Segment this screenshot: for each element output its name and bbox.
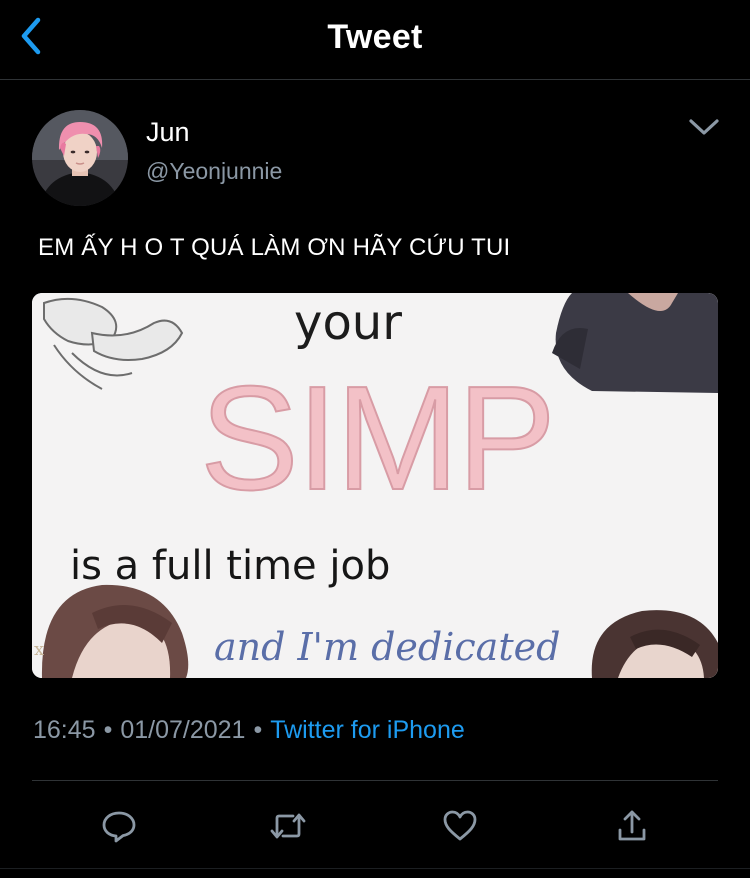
- avatar[interactable]: [32, 110, 128, 206]
- tweet-meta: 16:45 • 01/07/2021 • Twitter for iPhone: [33, 716, 465, 745]
- meta-separator-2: •: [253, 716, 263, 744]
- meta-separator: •: [103, 716, 113, 744]
- svg-text:x: x: [34, 639, 44, 660]
- reply-icon: [102, 811, 136, 843]
- meme-text-dedicated: and I'm dedicated: [214, 625, 560, 669]
- meme-text-simp: SIMP: [200, 356, 554, 521]
- author-handle[interactable]: @Yeonjunnie: [146, 158, 282, 185]
- more-options-button[interactable]: [684, 112, 724, 142]
- like-button[interactable]: [440, 806, 480, 846]
- tweet-text: EM ẤY H O T QUÁ LÀM ƠN HÃY CỨU TUI: [38, 234, 511, 261]
- reply-button[interactable]: [99, 806, 139, 846]
- anime-figure-top-right: [552, 293, 718, 393]
- top-nav-bar: Tweet: [0, 0, 750, 80]
- divider: [32, 780, 718, 781]
- retweet-icon: [270, 813, 306, 839]
- meme-text-your: your: [294, 295, 402, 351]
- tweet-source-link[interactable]: Twitter for iPhone: [270, 716, 465, 744]
- retweet-button[interactable]: [268, 806, 308, 846]
- heart-icon: [443, 810, 477, 841]
- meme-text-fulltime: is a full time job: [70, 543, 390, 589]
- tweet-date: 01/07/2021: [120, 716, 246, 744]
- author-name[interactable]: Jun: [146, 117, 190, 148]
- share-icon: [618, 810, 646, 841]
- tweet-image[interactable]: x your SIMP is a full time job and I'm d…: [32, 293, 718, 678]
- share-button[interactable]: [612, 806, 652, 846]
- page-title: Tweet: [327, 18, 423, 56]
- bottom-border: [0, 868, 750, 869]
- chevron-down-icon: [689, 119, 719, 135]
- tweet-time: 16:45: [33, 716, 96, 744]
